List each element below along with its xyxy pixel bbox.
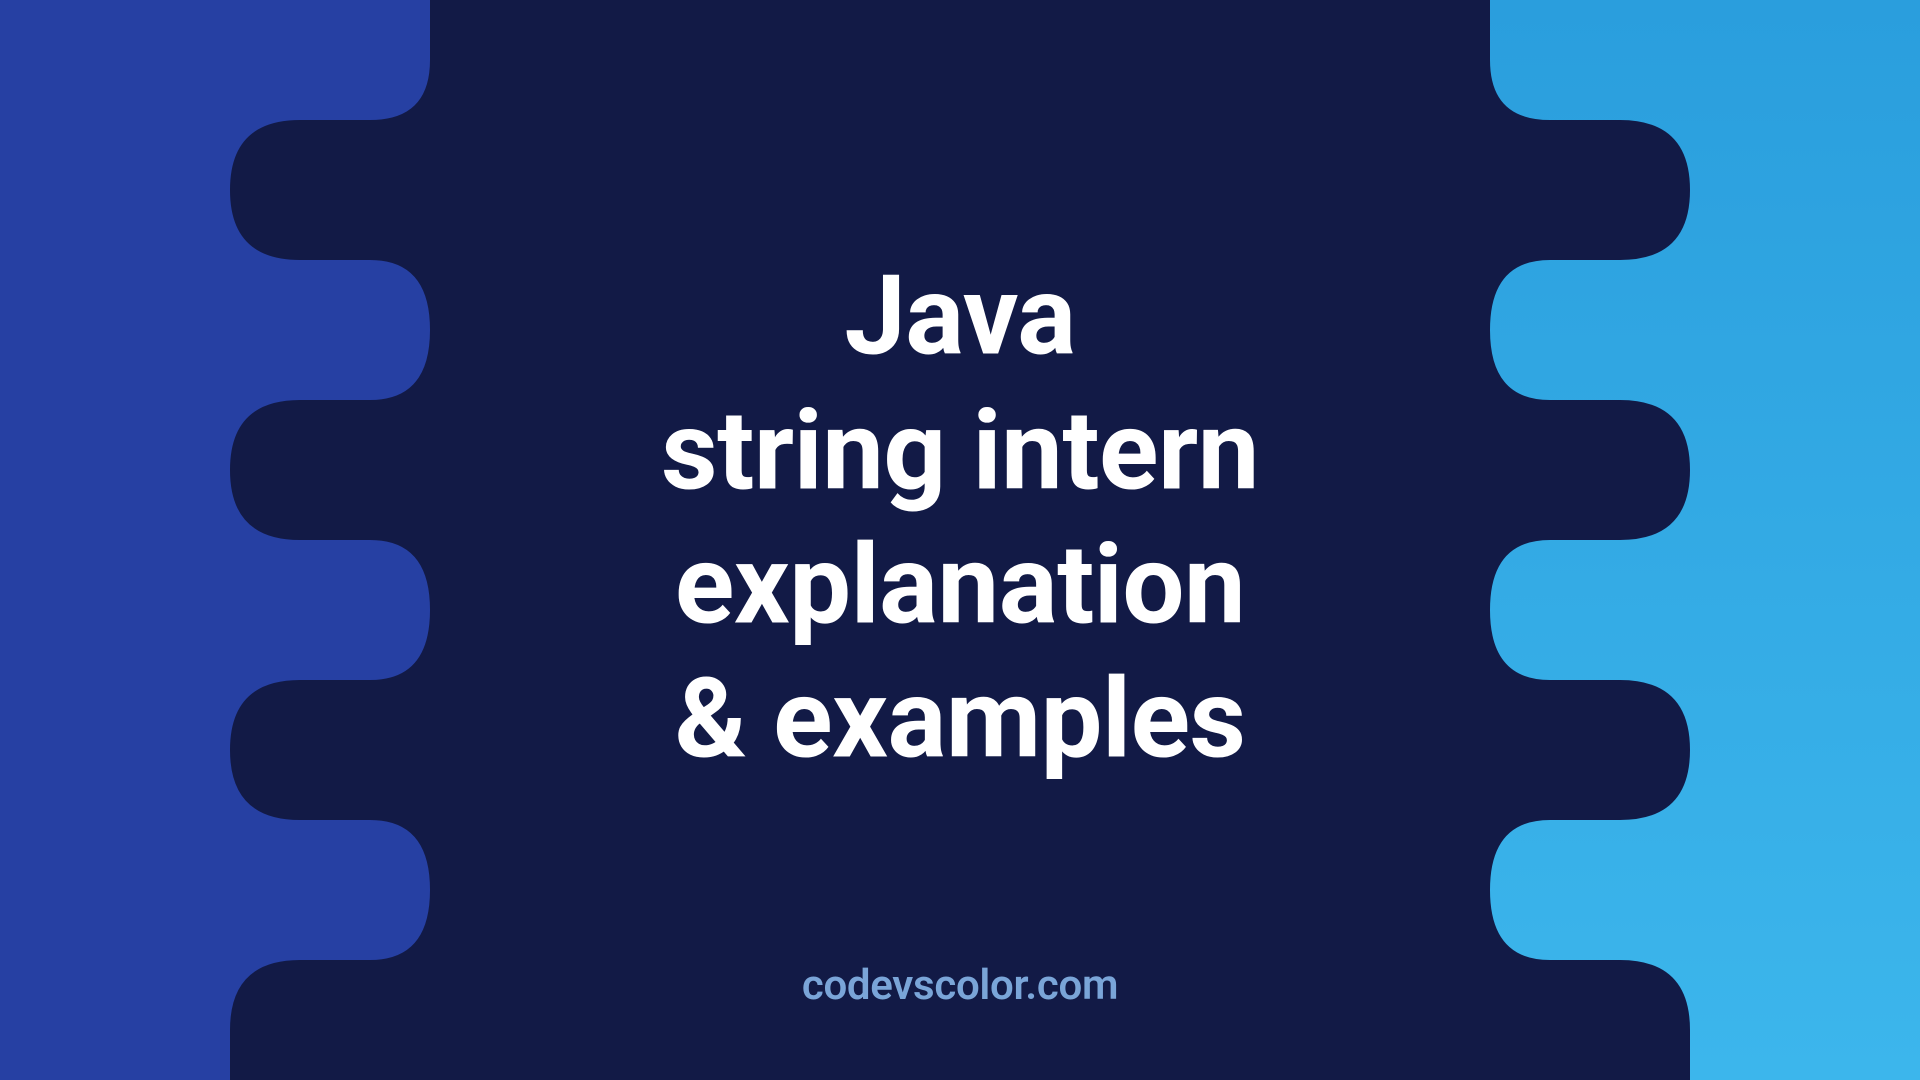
title-line-3: explanation (192, 518, 1728, 652)
title-line-2: string intern (192, 384, 1728, 518)
graphic-canvas: Java string intern explanation & example… (0, 0, 1920, 1080)
credit-text: codevscolor.com (802, 961, 1118, 1010)
title-block: Java string intern explanation & example… (192, 250, 1728, 787)
title-line-4: & examples (192, 653, 1728, 787)
title-line-1: Java (192, 250, 1728, 384)
